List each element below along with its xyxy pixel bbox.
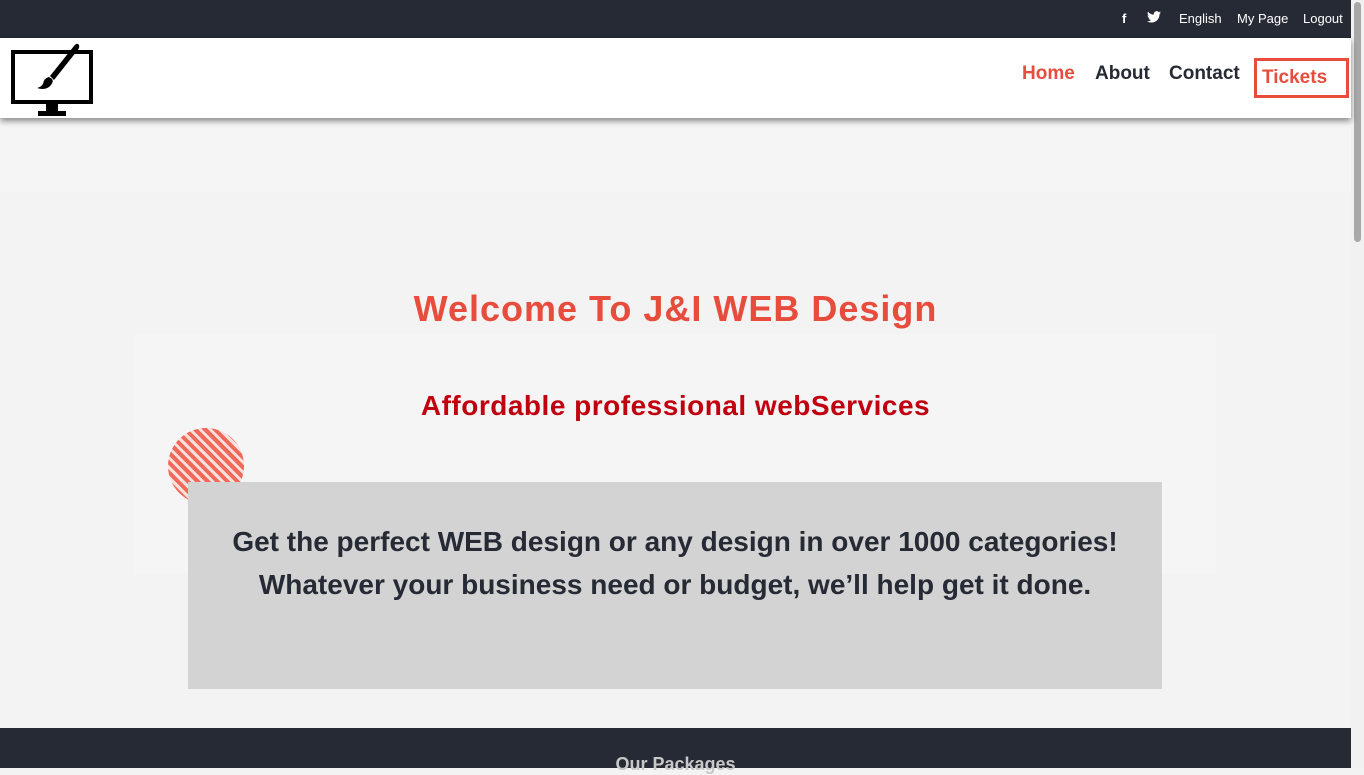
scrollbar-thumb[interactable]	[1354, 2, 1361, 242]
packages-title: Our Packages	[615, 754, 736, 774]
logout-link[interactable]: Logout	[1303, 11, 1343, 27]
nav-about[interactable]: About	[1095, 62, 1150, 86]
page-scrollbar[interactable]	[1351, 0, 1364, 768]
nav-contact[interactable]: Contact	[1169, 62, 1240, 86]
my-page-link[interactable]: My Page	[1237, 11, 1288, 27]
banner-strip	[0, 118, 1351, 192]
description-text: Get the perfect WEB design or any design…	[232, 526, 1118, 600]
nav-home[interactable]: Home	[1022, 62, 1075, 86]
packages-section: Our Packages	[0, 728, 1351, 774]
top-bar: f English My Page Logout	[0, 0, 1364, 38]
nav-tickets[interactable]: Tickets	[1254, 58, 1349, 98]
welcome-heading: Welcome To J&I WEB Design	[413, 288, 938, 329]
twitter-icon[interactable]	[1147, 11, 1161, 27]
monitor-brush-icon[interactable]	[10, 40, 94, 118]
language-link[interactable]: English	[1179, 11, 1222, 27]
site-header: Home About Contact Tickets	[0, 38, 1351, 118]
hero-subtitle: Affordable professional webServices	[420, 390, 931, 421]
description-box: Get the perfect WEB design or any design…	[188, 482, 1162, 689]
facebook-icon[interactable]: f	[1122, 11, 1126, 27]
